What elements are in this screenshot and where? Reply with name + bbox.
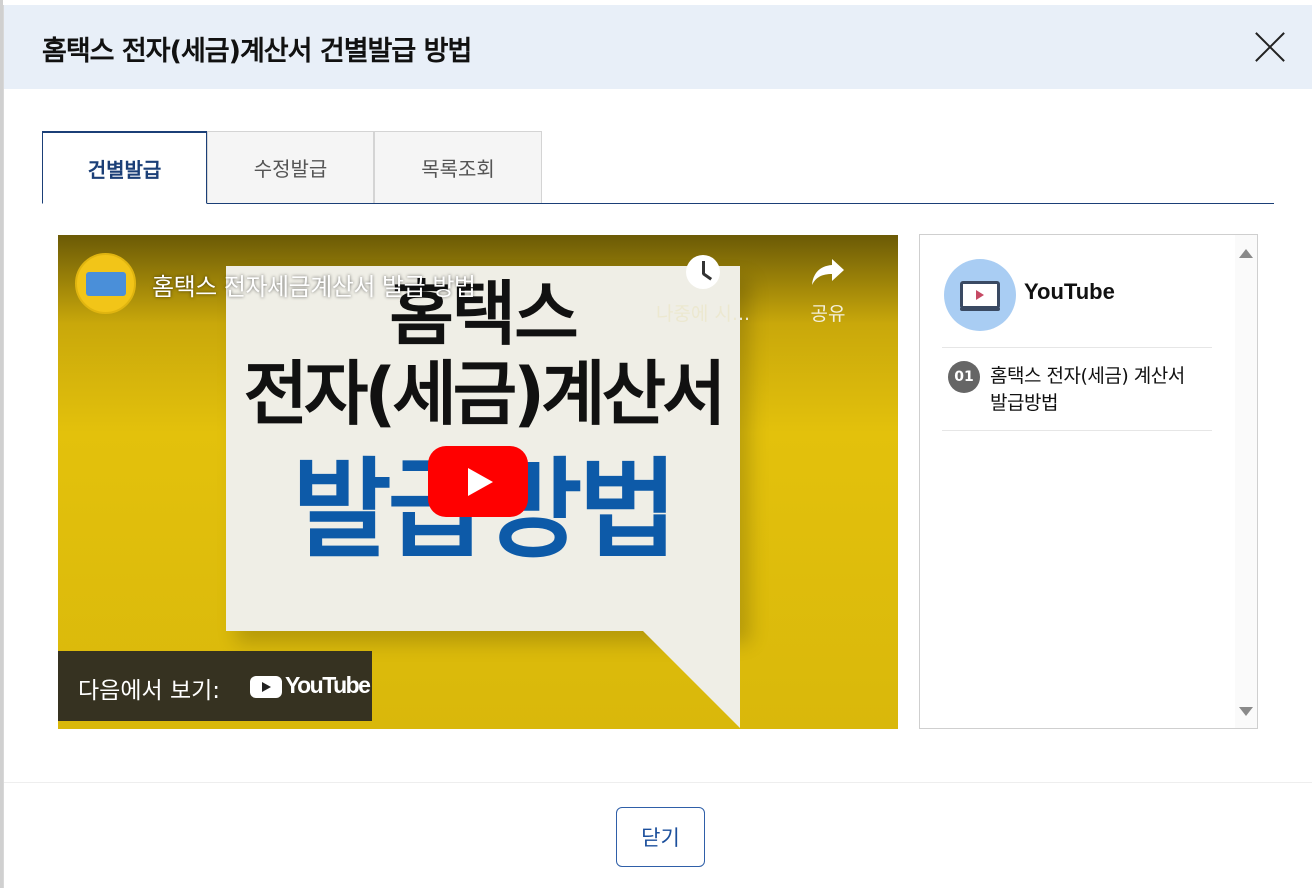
close-icon[interactable] [1252,29,1288,65]
scrollbar[interactable] [1235,235,1257,728]
playlist-item[interactable]: 01 홈택스 전자(세금) 계산서 발급방법 [948,359,1208,419]
channel-avatar[interactable] [75,253,136,314]
divider [942,430,1212,431]
playlist-item-title: 홈택스 전자(세금) 계산서 발급방법 [990,365,1185,414]
share-icon[interactable] [810,255,846,289]
thumbnail-text-line2: 전자(세금)계산서 [243,353,727,435]
clock-icon[interactable] [686,255,720,289]
youtube-monitor-icon [944,259,1016,331]
close-button[interactable]: 닫기 [616,807,705,867]
video-player[interactable]: 홈택스 전자(세금)계산서 발급방법 홈택스 전자세금계산서 발급 방법 나중에… [58,235,898,729]
youtube-logo-icon [250,676,282,698]
playlist-brand: YouTube [1024,279,1115,304]
tab-amended-issue[interactable]: 수정발급 [207,131,374,203]
video-title[interactable]: 홈택스 전자세금계산서 발급 방법 [152,267,476,302]
playlist-item-number: 01 [948,361,980,393]
divider [942,347,1212,348]
playlist-panel: YouTube 01 홈택스 전자(세금) 계산서 발급방법 [919,234,1258,729]
scroll-down-arrow-icon[interactable] [1239,707,1253,716]
tab-list-inquiry[interactable]: 목록조회 [374,131,542,203]
modal-title: 홈택스 전자(세금)계산서 건별발급 방법 [42,36,472,67]
tab-bar: 건별발급 수정발급 목록조회 [42,131,1274,204]
modal-header: 홈택스 전자(세금)계산서 건별발급 방법 [4,5,1312,89]
watch-later-label[interactable]: 나중에 시... [644,299,762,326]
watch-on-youtube-button[interactable]: 다음에서 보기: YouTube [58,651,372,721]
share-label[interactable]: 공유 [798,299,858,326]
scroll-up-arrow-icon[interactable] [1239,249,1253,258]
tab-individual-issue[interactable]: 건별발급 [42,131,207,204]
thumbnail-card-tail [640,628,740,728]
footer-divider [4,782,1312,783]
youtube-wordmark: YouTube [285,672,371,698]
play-button[interactable] [428,446,528,517]
watch-on-label: 다음에서 보기: [78,678,221,704]
video-guide-modal: 홈택스 전자(세금)계산서 건별발급 방법 건별발급 수정발급 목록조회 홈택스… [3,5,1312,888]
